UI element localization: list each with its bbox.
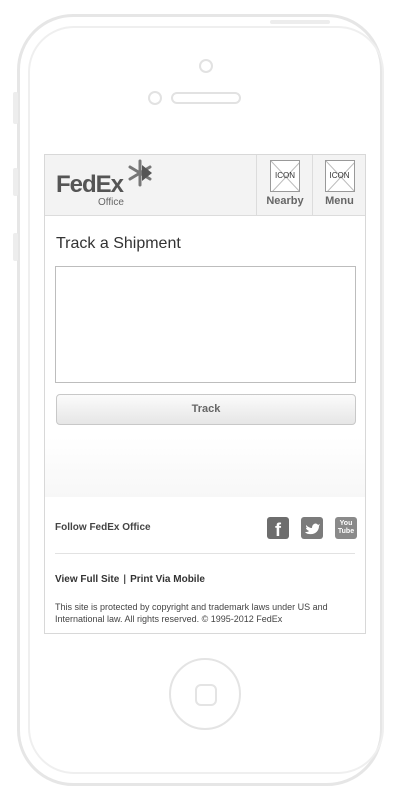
menu-label: Menu [325, 195, 354, 207]
fedex-office-logo[interactable]: FedEx Office [56, 159, 152, 208]
footer-links: View Full Site | Print Via Mobile [55, 574, 205, 585]
youtube-text-you: You [339, 520, 353, 527]
youtube-icon[interactable]: You Tube [335, 517, 357, 539]
youtube-text-tube: Tube [337, 528, 355, 535]
logo-brand: FedEx [56, 171, 124, 198]
camera [199, 59, 213, 73]
link-separator: | [123, 574, 127, 585]
mute-switch [13, 92, 18, 124]
view-full-site-link[interactable]: View Full Site [55, 574, 119, 585]
follow-label: Follow FedEx Office [55, 522, 151, 533]
power-button [270, 20, 330, 24]
facebook-icon[interactable]: f [267, 517, 289, 539]
track-button[interactable]: Track [56, 394, 356, 425]
footer-divider [55, 553, 355, 554]
nearby-button[interactable]: ICON Nearby [256, 155, 313, 215]
menu-icon: ICON [324, 160, 355, 192]
tracking-number-input[interactable] [55, 266, 356, 383]
logo-subtitle: Office [98, 197, 124, 208]
volume-up-button [13, 168, 18, 196]
nearby-icon: ICON [270, 160, 300, 192]
volume-down-button [13, 233, 18, 261]
nearby-icon-text: ICON [275, 171, 295, 180]
content-fade [45, 437, 365, 497]
menu-button[interactable]: ICON Menu [312, 155, 365, 215]
proximity-sensor [148, 91, 162, 105]
legal-text: This site is protected by copyright and … [55, 602, 328, 624]
mobile-screen: FedEx Office ICON Nearby ICON Menu Track… [44, 154, 366, 634]
page-title: Track a Shipment [56, 235, 181, 252]
app-header: FedEx Office ICON Nearby ICON Menu [45, 155, 365, 216]
speaker [171, 92, 241, 104]
star-icon [128, 159, 152, 187]
twitter-icon[interactable] [301, 517, 323, 539]
home-button-square [195, 684, 217, 706]
print-via-mobile-link[interactable]: Print Via Mobile [130, 574, 205, 585]
menu-icon-text: ICON [329, 171, 350, 180]
nearby-label: Nearby [266, 195, 304, 207]
